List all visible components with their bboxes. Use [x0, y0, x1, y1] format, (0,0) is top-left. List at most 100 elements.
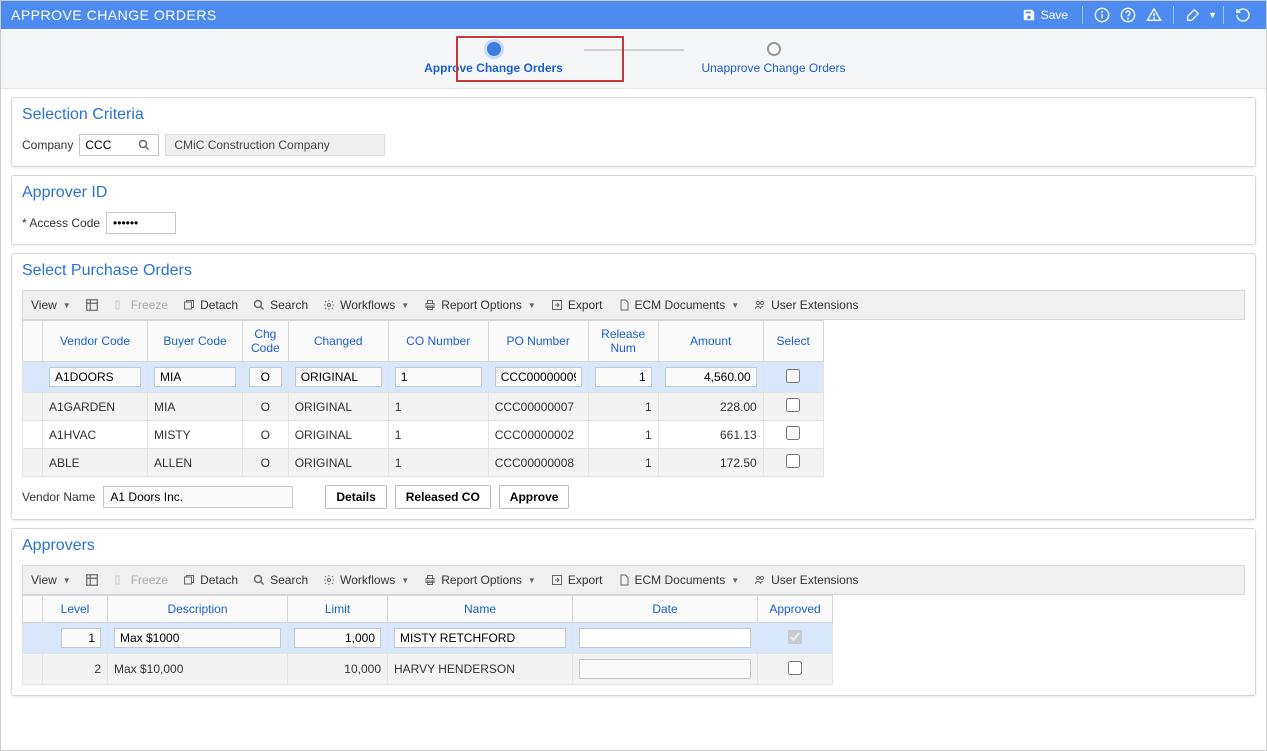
format-icon[interactable] — [85, 298, 99, 312]
wizard-step-unapprove[interactable]: Unapprove Change Orders — [684, 42, 864, 75]
freeze-button: Freeze — [113, 298, 168, 312]
col-buyer-code[interactable]: Buyer Code — [148, 321, 243, 362]
select-checkbox[interactable] — [786, 454, 800, 468]
table-row[interactable] — [23, 362, 824, 393]
view-menu[interactable]: View▼ — [31, 298, 71, 312]
select-checkbox[interactable] — [786, 398, 800, 412]
info-icon[interactable] — [1092, 5, 1112, 25]
search-icon[interactable] — [138, 139, 158, 151]
approve-button[interactable]: Approve — [499, 485, 570, 509]
export-button[interactable]: Export — [550, 298, 603, 312]
printer-icon — [423, 573, 437, 587]
col-level[interactable]: Level — [43, 596, 108, 623]
user-extensions-icon — [753, 298, 767, 312]
report-options-menu[interactable]: Report Options▼ — [423, 573, 536, 587]
company-label: Company — [22, 138, 73, 152]
col-approved[interactable]: Approved — [758, 596, 833, 623]
amount-cell[interactable] — [665, 367, 757, 387]
date-cell — [579, 659, 751, 679]
col-name[interactable]: Name — [388, 596, 573, 623]
chevron-down-icon[interactable]: ▼ — [1208, 10, 1217, 20]
table-row[interactable]: A1HVAC MISTY O ORIGINAL 1 CCC00000002 1 … — [23, 421, 824, 449]
detach-icon — [182, 573, 196, 587]
company-code-field[interactable] — [80, 135, 138, 155]
highlight-box — [456, 36, 624, 82]
approver-id-title: Approver ID — [12, 176, 1255, 208]
search-button[interactable]: Search — [252, 298, 308, 312]
detach-button[interactable]: Detach — [182, 298, 238, 312]
save-button[interactable]: Save — [1014, 8, 1076, 22]
workflows-menu[interactable]: Workflows▼ — [322, 573, 409, 587]
select-checkbox[interactable] — [786, 426, 800, 440]
approved-checkbox — [788, 630, 802, 644]
name-cell[interactable] — [394, 628, 566, 648]
user-extensions-icon — [753, 573, 767, 587]
vendor-name-field[interactable] — [103, 486, 293, 508]
refresh-icon[interactable] — [1233, 5, 1253, 25]
col-co-number[interactable]: CO Number — [388, 321, 488, 362]
col-select[interactable]: Select — [763, 321, 823, 362]
col-po-number[interactable]: PO Number — [488, 321, 588, 362]
table-row[interactable]: 2 Max $10,000 10,000 HARVY HENDERSON — [23, 654, 833, 685]
user-extensions-button[interactable]: User Extensions — [753, 298, 858, 312]
vendor-name-label: Vendor Name — [22, 490, 95, 504]
select-checkbox[interactable] — [786, 369, 800, 383]
freeze-button: Freeze — [113, 573, 168, 587]
limit-cell[interactable] — [294, 628, 381, 648]
buyer-code-cell[interactable] — [154, 367, 236, 387]
format-icon[interactable] — [85, 573, 99, 587]
level-cell[interactable] — [61, 628, 101, 648]
select-po-title: Select Purchase Orders — [12, 254, 1255, 286]
po-number-cell[interactable] — [495, 367, 582, 387]
co-number-cell[interactable] — [395, 367, 482, 387]
search-icon — [252, 573, 266, 587]
approved-checkbox[interactable] — [788, 661, 802, 675]
save-label: Save — [1041, 8, 1068, 22]
company-input[interactable] — [79, 134, 159, 156]
col-vendor-code[interactable]: Vendor Code — [43, 321, 148, 362]
help-icon[interactable] — [1118, 5, 1138, 25]
description-cell[interactable] — [114, 628, 281, 648]
table-row[interactable] — [23, 623, 833, 654]
ecm-documents-menu[interactable]: ECM Documents▼ — [617, 573, 740, 587]
page-title: APPROVE CHANGE ORDERS — [11, 7, 217, 23]
export-button[interactable]: Export — [550, 573, 603, 587]
table-row[interactable]: ABLE ALLEN O ORIGINAL 1 CCC00000008 1 17… — [23, 449, 824, 477]
workflows-menu[interactable]: Workflows▼ — [322, 298, 409, 312]
chevron-down-icon: ▼ — [731, 301, 739, 310]
released-co-button[interactable]: Released CO — [395, 485, 491, 509]
chevron-down-icon: ▼ — [731, 576, 739, 585]
step-circle-icon — [767, 42, 781, 56]
gear-icon — [322, 298, 336, 312]
details-button[interactable]: Details — [325, 485, 386, 509]
col-changed[interactable]: Changed — [288, 321, 388, 362]
col-amount[interactable]: Amount — [658, 321, 763, 362]
edit-icon[interactable] — [1183, 5, 1203, 25]
freeze-icon — [113, 298, 127, 312]
date-cell[interactable] — [579, 628, 751, 648]
chg-code-cell[interactable] — [249, 367, 282, 387]
access-code-field[interactable] — [106, 212, 176, 234]
col-release-num[interactable]: Release Num — [588, 321, 658, 362]
export-icon — [550, 298, 564, 312]
view-menu[interactable]: View▼ — [31, 573, 71, 587]
ecm-documents-menu[interactable]: ECM Documents▼ — [617, 298, 740, 312]
col-description[interactable]: Description — [108, 596, 288, 623]
vendor-code-cell[interactable] — [49, 367, 141, 387]
release-num-cell[interactable] — [595, 367, 652, 387]
search-icon — [252, 298, 266, 312]
user-extensions-button[interactable]: User Extensions — [753, 573, 858, 587]
col-date[interactable]: Date — [573, 596, 758, 623]
col-limit[interactable]: Limit — [288, 596, 388, 623]
col-chg-code[interactable]: Chg Code — [243, 321, 289, 362]
table-row[interactable]: A1GARDEN MIA O ORIGINAL 1 CCC00000007 1 … — [23, 393, 824, 421]
changed-cell[interactable] — [295, 367, 382, 387]
search-button[interactable]: Search — [252, 573, 308, 587]
chevron-down-icon: ▼ — [63, 576, 71, 585]
purchase-orders-table: Vendor Code Buyer Code Chg Code Changed … — [22, 320, 824, 477]
warning-icon[interactable] — [1144, 5, 1164, 25]
report-options-menu[interactable]: Report Options▼ — [423, 298, 536, 312]
detach-button[interactable]: Detach — [182, 573, 238, 587]
chevron-down-icon: ▼ — [401, 576, 409, 585]
chevron-down-icon: ▼ — [528, 576, 536, 585]
